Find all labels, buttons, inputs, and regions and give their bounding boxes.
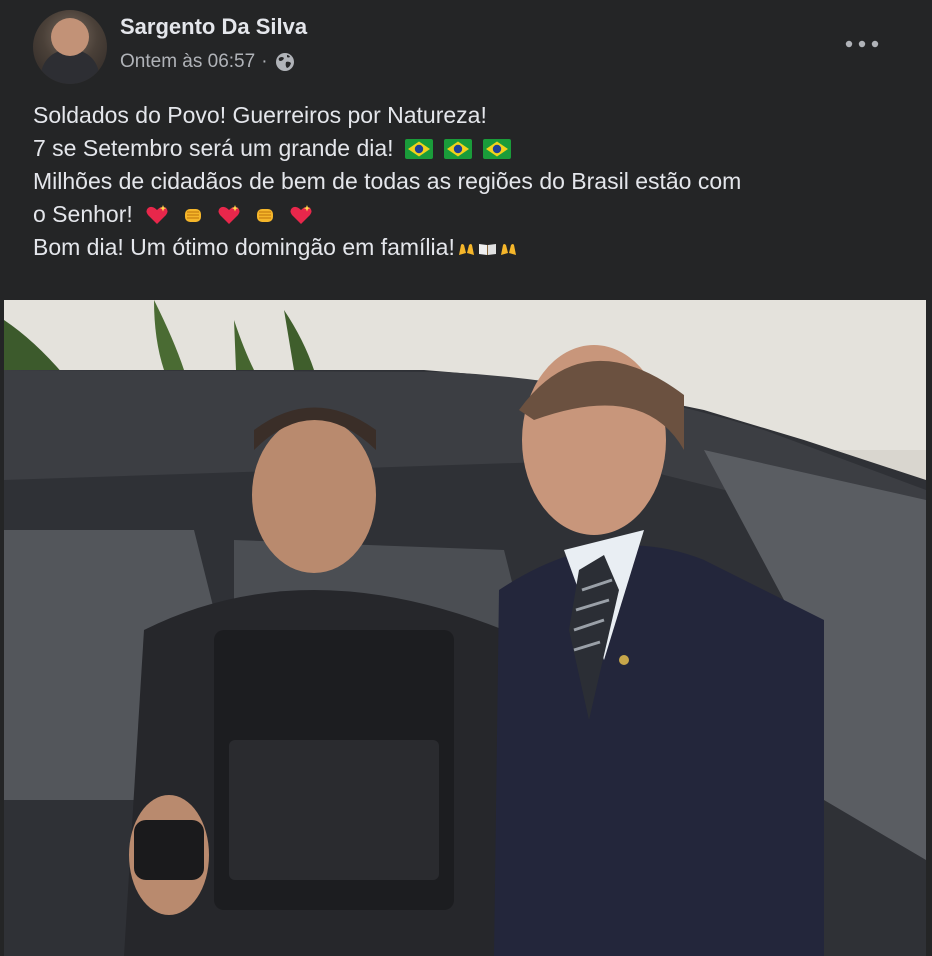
post-text-line-2: 7 se Setembro será um grande dia! <box>33 132 913 165</box>
post-header: Sargento Da Silva Ontem às 06:57 · <box>0 0 932 94</box>
sparkling-heart-icon <box>289 203 313 227</box>
more-options-icon <box>845 40 879 48</box>
brazil-flag-icon <box>482 135 511 159</box>
post-meta: Ontem às 06:57 · <box>120 51 296 73</box>
avatar-face-shape <box>51 18 89 56</box>
fist-icon <box>253 203 277 227</box>
more-options-button[interactable] <box>840 28 884 60</box>
post-timestamp[interactable]: Ontem às 06:57 <box>120 51 255 73</box>
fist-icon <box>181 203 205 227</box>
globe-icon[interactable] <box>274 51 296 73</box>
raised-hands-icon <box>457 234 476 255</box>
facebook-post: Sargento Da Silva Ontem às 06:57 · Solda <box>0 0 932 956</box>
meta-separator: · <box>261 51 268 72</box>
post-text-line-3: Milhões de cidadãos de bem de todas as r… <box>33 168 742 194</box>
open-book-icon <box>478 234 497 255</box>
post-text-line-1: Soldados do Povo! Guerreiros por Naturez… <box>33 102 487 128</box>
sparkling-heart-icon <box>145 203 169 227</box>
post-text: Soldados do Povo! Guerreiros por Naturez… <box>33 99 913 264</box>
brazil-flag-icon <box>404 135 433 159</box>
post-photo[interactable] <box>4 300 926 956</box>
sparkling-heart-icon <box>217 203 241 227</box>
post-text-line-5: Bom dia! Um ótimo domingão em família! <box>33 231 913 264</box>
brazil-flag-icon <box>443 135 472 159</box>
post-text-line-4: o Senhor! <box>33 198 913 231</box>
raised-hands-icon <box>499 234 518 255</box>
author-avatar[interactable] <box>33 10 107 84</box>
author-name[interactable]: Sargento Da Silva <box>120 14 307 40</box>
